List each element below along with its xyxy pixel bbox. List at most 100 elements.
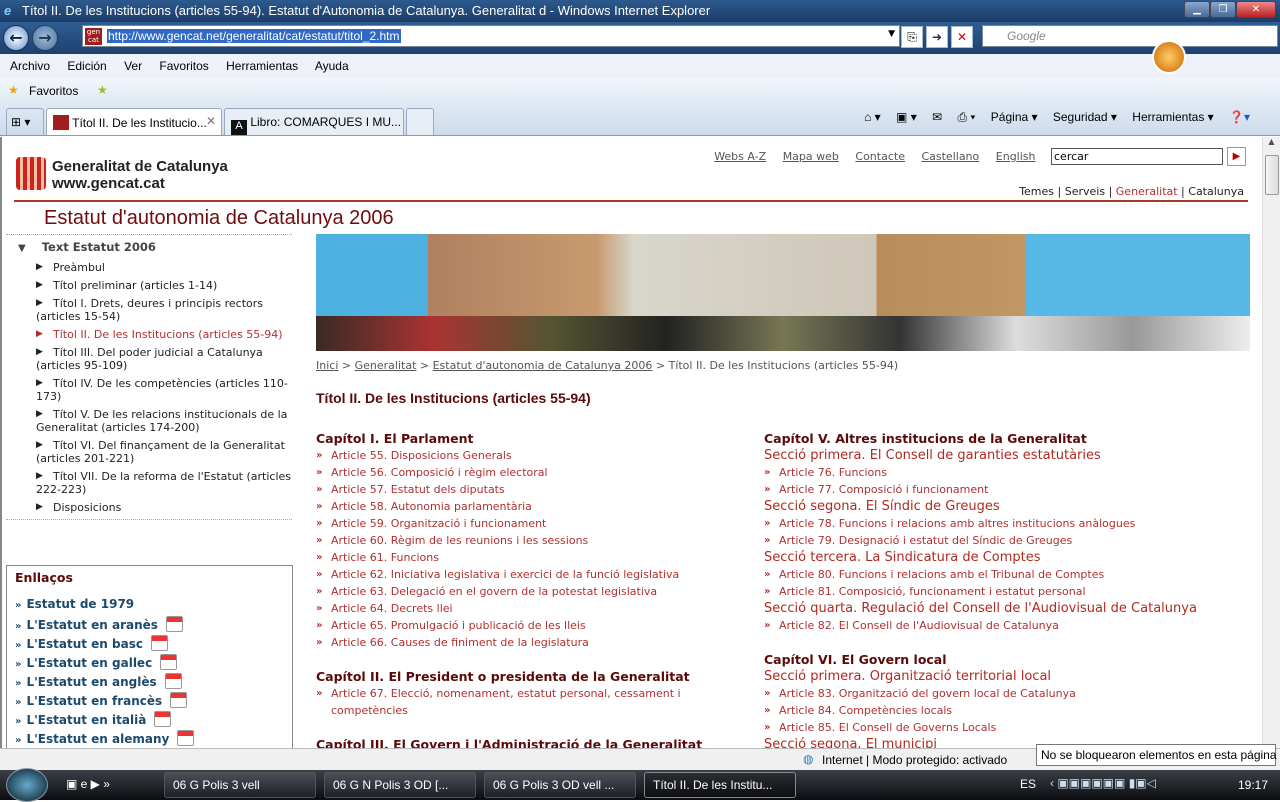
article-link[interactable]: » Article 79. Designació i estatut del Sí…	[764, 532, 1204, 549]
home-icon[interactable]: ⌂ ▾	[864, 110, 881, 124]
vertical-scrollbar[interactable]: ▲	[1262, 137, 1280, 748]
logo-url[interactable]: www.gencat.cat	[52, 175, 228, 192]
sidebar-root[interactable]: ▼ Text Estatut 2006	[6, 235, 292, 261]
menu-ver[interactable]: Ver	[124, 59, 142, 73]
stop-icon[interactable]: ✕	[951, 26, 973, 48]
sidebar-item[interactable]: ▶ Títol VI. Del finançament de la General…	[6, 439, 292, 465]
article-link[interactable]: » Article 63. Delegació en el govern de l…	[316, 583, 756, 600]
article-link[interactable]: » Article 83. Organització del govern loc…	[764, 685, 1204, 702]
go-icon[interactable]: ➜	[926, 26, 948, 48]
link-item[interactable]: » Estatut de 1979	[15, 597, 292, 616]
nav-catalunya[interactable]: Catalunya	[1188, 185, 1244, 198]
zone-status[interactable]: Internet | Modo protegido: activado	[822, 753, 1007, 767]
print-icon[interactable]: ⎙ ▾	[957, 110, 975, 124]
article-link[interactable]: » Article 59. Organització i funcionament	[316, 515, 756, 532]
section-link[interactable]: Secció primera. El Consell de garanties …	[764, 447, 1204, 464]
help-icon[interactable]: ❓▾	[1229, 110, 1250, 124]
feeds-icon[interactable]: ▣ ▾	[896, 110, 917, 124]
menu-herramientas[interactable]: Herramientas	[226, 59, 298, 73]
link-contacte[interactable]: Contacte	[855, 150, 905, 163]
link-castellano[interactable]: Castellano	[921, 150, 979, 163]
link-item[interactable]: » L'Estatut en gallec	[15, 654, 292, 673]
menu-archivo[interactable]: Archivo	[10, 59, 50, 73]
sidebar-item[interactable]: ▶ Títol II. De les Institucions (articles…	[6, 328, 292, 341]
favorites-button[interactable]: Favoritos	[29, 84, 78, 98]
add-favorite-icon[interactable]: ★	[97, 83, 108, 97]
crumb-generalitat[interactable]: Generalitat	[355, 359, 417, 372]
section-link[interactable]: Secció segona. El Síndic de Greuges	[764, 498, 1204, 515]
article-link[interactable]: » Article 64. Decrets llei	[316, 600, 756, 617]
section-link[interactable]: Secció tercera. La Sindicatura de Compte…	[764, 549, 1204, 566]
quick-tabs-button[interactable]: ⊞ ▾	[6, 108, 44, 135]
quicklaunch-icons[interactable]: ▣ e ▶ »	[66, 777, 110, 791]
forward-button[interactable]: →	[32, 25, 58, 51]
pdf-icon[interactable]	[160, 654, 178, 670]
tab-titol-ii[interactable]: Títol II. De les Institucio... ✕	[46, 108, 222, 135]
article-link[interactable]: » Article 85. El Consell de Governs Local…	[764, 719, 1204, 736]
tray-icons[interactable]: ‹ ▣▣▣▣▣▣ ▮▣◁	[1050, 776, 1156, 790]
article-link[interactable]: » Article 55. Disposicions Generals	[316, 447, 756, 464]
close-tab-icon[interactable]: ✕	[206, 114, 216, 128]
sidebar-item[interactable]: ▶ Títol VII. De la reforma de l'Estatut (…	[6, 470, 292, 496]
crumb-inici[interactable]: Inici	[316, 359, 338, 372]
article-link[interactable]: » Article 62. Iniciativa legislativa i ex…	[316, 566, 756, 583]
minimize-button[interactable]: ▁	[1184, 1, 1210, 18]
close-window-button[interactable]: ✕	[1236, 1, 1276, 18]
search-input[interactable]: Google	[982, 25, 1278, 47]
pdf-icon[interactable]	[165, 616, 183, 632]
back-button[interactable]: ←	[3, 25, 29, 51]
article-link[interactable]: » Article 82. El Consell de l'Audiovisual…	[764, 617, 1204, 634]
link-item[interactable]: » L'Estatut en aranès	[15, 616, 292, 635]
article-link[interactable]: » Article 58. Autonomia parlamentària	[316, 498, 756, 515]
sidebar-item[interactable]: ▶ Títol III. Del poder judicial a Catalun…	[6, 346, 292, 372]
sidebar-item[interactable]: ▶ Títol V. De les relacions institucional…	[6, 408, 292, 434]
scroll-up-icon[interactable]: ▲	[1263, 137, 1280, 146]
nav-serveis[interactable]: Serveis	[1065, 185, 1105, 198]
link-item[interactable]: » L'Estatut en basc	[15, 635, 292, 654]
section-link[interactable]: Secció quarta. Regulació del Consell de …	[764, 600, 1204, 617]
start-button[interactable]	[6, 768, 48, 802]
task-polis-vell[interactable]: 06 G Polis 3 vell	[164, 772, 316, 798]
article-link[interactable]: » Article 80. Funcions i relacions amb el…	[764, 566, 1204, 583]
link-item[interactable]: » L'Estatut en francès	[15, 692, 292, 711]
article-link[interactable]: » Article 77. Composició i funcionament	[764, 481, 1204, 498]
tab-libro[interactable]: A Libro: COMARQUES I MU...	[224, 108, 404, 135]
security-menu[interactable]: Seguridad ▾	[1053, 110, 1117, 124]
article-link[interactable]: » Article 61. Funcions	[316, 549, 756, 566]
article-link[interactable]: » Article 66. Causes de finiment de la le…	[316, 634, 756, 651]
chevron-down-icon[interactable]: ▼	[888, 29, 895, 39]
section-link[interactable]: Secció primera. Organització territorial…	[764, 668, 1204, 685]
address-bar[interactable]: gen cat http://www.gencat.net/generalita…	[82, 25, 900, 47]
link-item[interactable]: » L'Estatut en anglès	[15, 673, 292, 692]
task-polis-od-vell[interactable]: 06 G Polis 3 OD vell ...	[484, 772, 636, 798]
mail-icon[interactable]: ✉	[932, 110, 942, 124]
task-ie[interactable]: Títol II. De les Institu...	[644, 772, 796, 798]
article-link[interactable]: » Article 65. Promulgació i publicació de…	[316, 617, 756, 634]
scroll-thumb[interactable]	[1265, 155, 1279, 195]
article-link[interactable]: » Article 78. Funcions i relacions amb al…	[764, 515, 1204, 532]
article-link[interactable]: » Article 57. Estatut dels diputats	[316, 481, 756, 498]
article-link[interactable]: » Article 81. Composició, funcionament i …	[764, 583, 1204, 600]
pdf-icon[interactable]	[150, 635, 168, 651]
crumb-estatut[interactable]: Estatut d'autonomia de Catalunya 2006	[433, 359, 653, 372]
article-link[interactable]: » Article 67. Elecció, nomenament, estatu…	[316, 685, 756, 719]
article-link[interactable]: » Article 60. Règim de les reunions i les…	[316, 532, 756, 549]
sidebar-item[interactable]: ▶ Preàmbul	[6, 261, 292, 274]
sidebar-item[interactable]: ▶ Títol IV. De les competències (articles…	[6, 377, 292, 403]
search-go-button[interactable]: ▶	[1227, 147, 1246, 166]
maximize-button[interactable]: ❐	[1210, 1, 1236, 18]
nav-temes[interactable]: Temes	[1019, 185, 1054, 198]
compatibility-icon[interactable]: ⎘	[901, 26, 923, 48]
article-link[interactable]: » Article 56. Composició i règim electora…	[316, 464, 756, 481]
link-english[interactable]: English	[996, 150, 1036, 163]
pdf-icon[interactable]	[177, 730, 195, 746]
link-webs-az[interactable]: Webs A-Z	[714, 150, 766, 163]
menu-favoritos[interactable]: Favoritos	[159, 59, 208, 73]
pdf-icon[interactable]	[154, 711, 172, 727]
task-polis-od[interactable]: 06 G N Polis 3 OD [...	[324, 772, 476, 798]
tools-menu[interactable]: Herramientas ▾	[1132, 110, 1213, 124]
article-link[interactable]: » Article 76. Funcions	[764, 464, 1204, 481]
sidebar-item[interactable]: ▶ Títol I. Drets, deures i principis rect…	[6, 297, 292, 323]
sidebar-item[interactable]: ▶ Títol preliminar (articles 1-14)	[6, 279, 292, 292]
url-text[interactable]: http://www.gencat.net/generalitat/cat/es…	[107, 29, 401, 43]
